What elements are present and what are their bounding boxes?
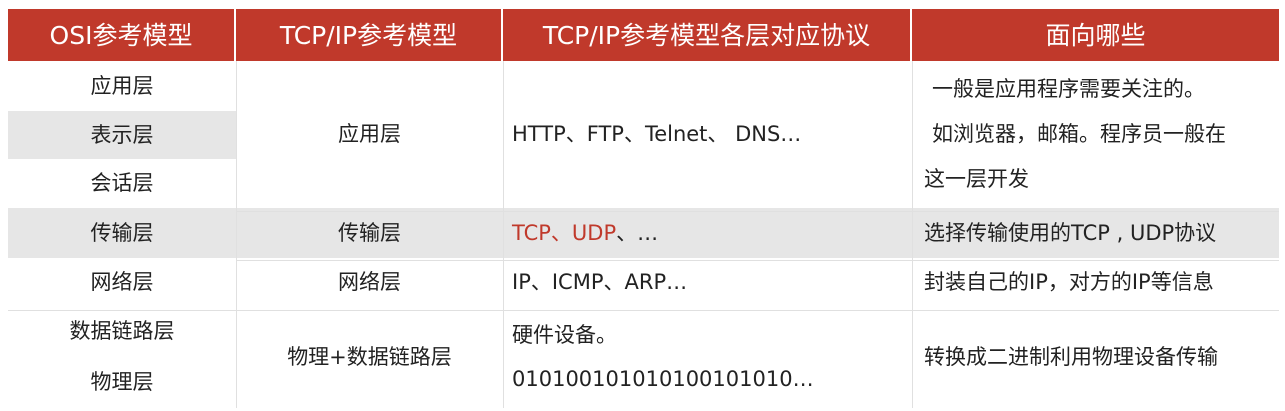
row-divider: [8, 310, 1279, 311]
osi-physical: 物理层: [90, 369, 154, 394]
osi-session: 会话层: [90, 171, 154, 195]
protocols-transport: TCP、UDP、…: [503, 208, 912, 258]
tcpip-application: 应用层: [338, 122, 401, 146]
protocols-transport-rest: 、…: [616, 220, 659, 245]
osi-network: 网络层: [90, 270, 154, 294]
osi-application: 应用层: [90, 73, 154, 98]
tcpip-network: 网络层: [338, 270, 401, 294]
header-protocols: TCP/IP参考模型各层对应协议: [503, 9, 912, 61]
header-audience: 面向哪些: [912, 9, 1279, 61]
protocols-physical-line2: 010100101010100101010…: [512, 367, 814, 392]
osi-tcpip-table: OSI参考模型 TCP/IP参考模型 TCP/IP参考模型各层对应协议 面向哪些…: [8, 9, 1279, 408]
protocols-physical: 硬件设备。 010100101010100101010…: [503, 307, 912, 408]
protocols-transport-highlight: TCP、UDP: [512, 220, 617, 245]
audience-network: 封装自己的IP，对方的IP等信息: [924, 270, 1214, 294]
tcpip-physical: 物理+数据链路层: [287, 345, 452, 369]
osi-presentation: 表示层: [8, 111, 236, 159]
audience-application-line1: 一般是应用程序需要关注的。: [932, 77, 1205, 101]
column-divider: [912, 61, 913, 408]
protocols-network: IP、ICMP、ARP…: [512, 270, 688, 294]
osi-transport: 传输层: [8, 208, 236, 258]
protocols-application: HTTP、FTP、Telnet、 DNS…: [512, 122, 802, 146]
audience-application-line2: 如浏览器，邮箱。程序员一般在: [932, 122, 1226, 146]
audience-physical: 转换成二进制利用物理设备传输: [924, 345, 1218, 369]
audience-application: 一般是应用程序需要关注的。 如浏览器，邮箱。程序员一般在 这一层开发: [912, 61, 1279, 208]
protocols-physical-line1: 硬件设备。: [512, 322, 617, 347]
tcpip-transport: 传输层: [236, 208, 503, 258]
audience-transport: 选择传输使用的TCP , UDP协议: [912, 208, 1279, 258]
row-divider: [236, 260, 1279, 261]
column-divider: [236, 61, 237, 408]
header-tcpip: TCP/IP参考模型: [236, 9, 503, 61]
column-divider: [503, 61, 504, 408]
audience-application-line3: 这一层开发: [924, 167, 1029, 191]
header-osi: OSI参考模型: [8, 9, 236, 61]
osi-datalink: 数据链路层: [69, 319, 175, 343]
row-divider: [236, 211, 1279, 212]
